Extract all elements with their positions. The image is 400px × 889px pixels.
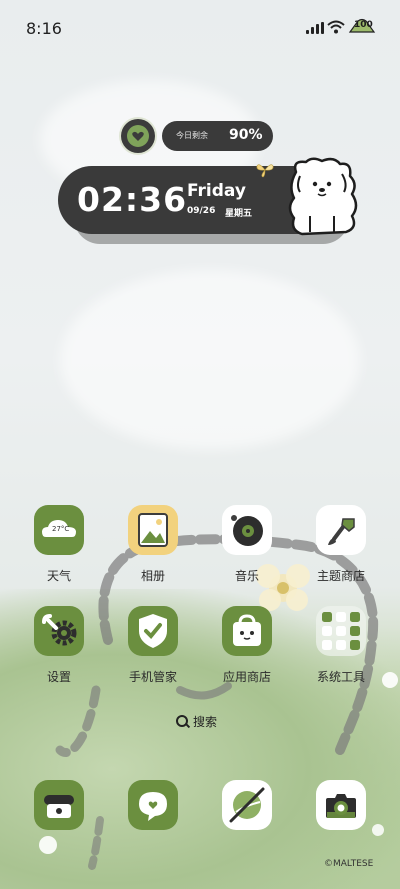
clock-date: 09/26	[187, 206, 216, 216]
remaining-value: 90%	[229, 127, 263, 143]
wifi-icon	[327, 20, 345, 34]
app-label: 音乐	[234, 569, 259, 583]
app-store[interactable]: 应用商店	[202, 606, 292, 685]
app-settings[interactable]: 设置	[14, 606, 104, 685]
weather-icon: 27°C	[34, 505, 84, 555]
folder-icon	[316, 606, 366, 656]
app-music[interactable]: 音乐	[202, 505, 292, 584]
app-label: 相册	[140, 569, 165, 583]
dock-camera[interactable]	[296, 780, 386, 830]
search-icon	[176, 715, 188, 727]
message-bubble-icon	[128, 780, 178, 830]
folder-system-tools[interactable]: 系统工具	[296, 606, 386, 685]
battery-level: 100	[354, 20, 373, 30]
dog-sticker-icon	[288, 157, 358, 236]
paintbrush-icon	[316, 505, 366, 555]
credit-text: ©MALTESE	[324, 859, 374, 869]
app-label: 天气	[46, 569, 71, 583]
dock-messages[interactable]	[108, 780, 198, 830]
app-themes[interactable]: 主题商店	[296, 505, 386, 584]
clock-day: Friday	[187, 181, 246, 201]
status-bar: 8:16 100	[0, 0, 400, 56]
planet-icon	[222, 780, 272, 830]
app-phone-manager[interactable]: 手机管家	[108, 606, 198, 685]
gallery-icon	[128, 505, 178, 555]
dock-browser[interactable]	[202, 780, 292, 830]
remaining-pill[interactable]: 今日剩余 90%	[162, 121, 273, 151]
shield-check-icon	[128, 606, 178, 656]
heart-icon	[127, 125, 149, 147]
clock-time: 02:36	[77, 180, 188, 219]
remaining-label: 今日剩余	[176, 131, 208, 140]
settings-gear-icon	[34, 606, 84, 656]
signal-icon	[306, 22, 324, 34]
search-label: 搜索	[193, 715, 218, 729]
butterfly-icon	[256, 164, 274, 178]
weather-temp: 27°C	[52, 525, 70, 533]
app-weather[interactable]: 27°C 天气	[14, 505, 104, 584]
camera-icon	[316, 780, 366, 830]
app-label: 主题商店	[316, 569, 365, 583]
status-time: 8:16	[26, 19, 62, 38]
app-label: 设置	[46, 670, 71, 684]
app-gallery[interactable]: 相册	[108, 505, 198, 584]
app-label: 系统工具	[316, 670, 365, 684]
search-button[interactable]: 搜索	[176, 713, 217, 730]
music-disc-icon	[222, 505, 272, 555]
dock-phone[interactable]	[14, 780, 104, 830]
app-label: 手机管家	[128, 670, 177, 684]
app-label: 应用商店	[222, 670, 271, 684]
heart-badge[interactable]	[121, 119, 155, 153]
shopping-bag-icon	[222, 606, 272, 656]
clock-weekday: 星期五	[225, 209, 253, 219]
phone-icon	[34, 780, 84, 830]
